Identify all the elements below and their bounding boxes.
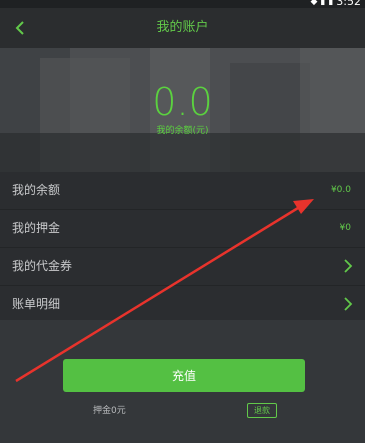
status-icons: ◆ ▮ ▮ 3:52	[310, 0, 361, 8]
balance-value: ¥0.0	[330, 185, 351, 195]
footer-area: 充值 押金0元 退款	[0, 320, 365, 443]
chevron-right-icon	[344, 259, 353, 273]
chevron-right-icon	[344, 297, 353, 311]
battery-icon: ▮	[328, 0, 334, 7]
row-label: 我的余额	[12, 183, 61, 197]
deposit-info: 押金0元	[93, 406, 126, 416]
page-title: 我的账户	[156, 20, 209, 35]
row-balance[interactable]: 我的余额 ¥0.0	[0, 172, 365, 210]
status-time: 3:52	[336, 0, 361, 8]
balance-amount: 0.0	[152, 80, 213, 124]
wifi-icon: ◆	[310, 0, 318, 7]
row-bill-details[interactable]: 账单明细	[0, 286, 365, 323]
top-nav-bar: 我的账户	[0, 8, 365, 48]
back-button[interactable]	[8, 14, 32, 42]
recharge-button[interactable]: 充值	[63, 359, 305, 392]
row-label: 账单明细	[12, 297, 61, 311]
row-vouchers[interactable]: 我的代金券	[0, 248, 365, 286]
refund-button[interactable]: 退款	[247, 403, 277, 418]
account-list: 我的余额 ¥0.0 我的押金 ¥0 我的代金券 账单明细	[0, 172, 365, 320]
row-label: 我的代金券	[12, 259, 73, 273]
row-label: 我的押金	[12, 221, 61, 235]
status-bar: ◆ ▮ ▮ 3:52	[0, 0, 365, 8]
balance-caption: 我的余额(元)	[156, 126, 209, 136]
signal-icon: ▮	[320, 0, 326, 7]
deposit-value: ¥0	[339, 223, 351, 233]
row-deposit[interactable]: 我的押金 ¥0	[0, 210, 365, 248]
balance-banner: 0.0 我的余额(元)	[0, 48, 365, 173]
chevron-left-icon	[15, 21, 24, 35]
